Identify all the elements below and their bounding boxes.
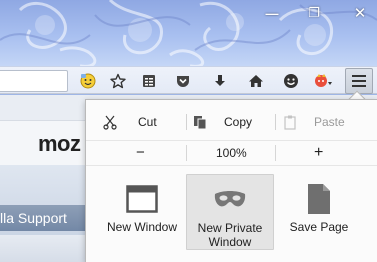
- scissors-icon: [102, 114, 118, 130]
- edit-separator: [275, 114, 276, 130]
- hamburger-icon-line: [352, 80, 366, 82]
- home-icon[interactable]: [246, 71, 266, 91]
- navigation-toolbar: [0, 66, 377, 94]
- support-tab[interactable]: lla Support: [0, 205, 86, 231]
- extension-icon[interactable]: [313, 71, 333, 91]
- download-icon[interactable]: [210, 71, 230, 91]
- reading-list-icon[interactable]: [139, 71, 159, 91]
- url-bar[interactable]: [0, 70, 68, 92]
- page-nav-strip: [0, 235, 90, 262]
- new-window-label: New Window: [106, 220, 178, 234]
- new-private-window-label: New Private: [197, 221, 263, 235]
- paste-button[interactable]: Paste: [282, 110, 345, 134]
- zoom-in-button[interactable]: +: [314, 141, 323, 165]
- paste-icon: [282, 114, 298, 130]
- new-private-window-button[interactable]: New Private Window: [186, 174, 274, 250]
- paste-label: Paste: [314, 115, 345, 129]
- copy-icon: [192, 114, 208, 130]
- close-button[interactable]: ✕: [348, 4, 372, 22]
- minimize-button[interactable]: —: [260, 4, 284, 22]
- private-mask-icon: [213, 183, 247, 217]
- bookmark-star-icon[interactable]: [108, 71, 128, 91]
- hello-icon[interactable]: [78, 71, 98, 91]
- edit-separator: [186, 114, 187, 130]
- new-private-window-label-line2: Window: [208, 235, 252, 249]
- zoom-controls: − 100% +: [86, 140, 377, 166]
- site-logo-text: moz: [38, 131, 81, 156]
- app-menu-panel: Cut Copy Paste − 100% + New Window New P…: [85, 99, 377, 262]
- open-menu-button[interactable]: [345, 68, 373, 94]
- menu-button-grid: New Window New Private Window Save Page: [86, 174, 377, 254]
- cut-label: Cut: [138, 115, 157, 129]
- save-page-label: Save Page: [289, 220, 349, 234]
- save-page-button[interactable]: Save Page: [275, 174, 363, 250]
- copy-label: Copy: [224, 115, 253, 129]
- new-window-button[interactable]: New Window: [98, 174, 186, 250]
- hamburger-icon: [352, 75, 366, 77]
- save-page-icon: [306, 182, 332, 216]
- new-window-icon: [126, 182, 158, 216]
- cut-button[interactable]: Cut: [102, 110, 157, 134]
- zoom-separator: [275, 145, 276, 161]
- pocket-icon[interactable]: [173, 71, 193, 91]
- smiley-icon[interactable]: [281, 71, 301, 91]
- hamburger-icon-line: [352, 85, 366, 87]
- zoom-reset-button[interactable]: 100%: [216, 141, 247, 165]
- edit-controls: Cut Copy Paste: [86, 110, 377, 134]
- maximize-button[interactable]: ❐: [302, 4, 326, 22]
- zoom-out-button[interactable]: −: [136, 141, 145, 165]
- zoom-separator: [186, 145, 187, 161]
- copy-button[interactable]: Copy: [192, 110, 252, 134]
